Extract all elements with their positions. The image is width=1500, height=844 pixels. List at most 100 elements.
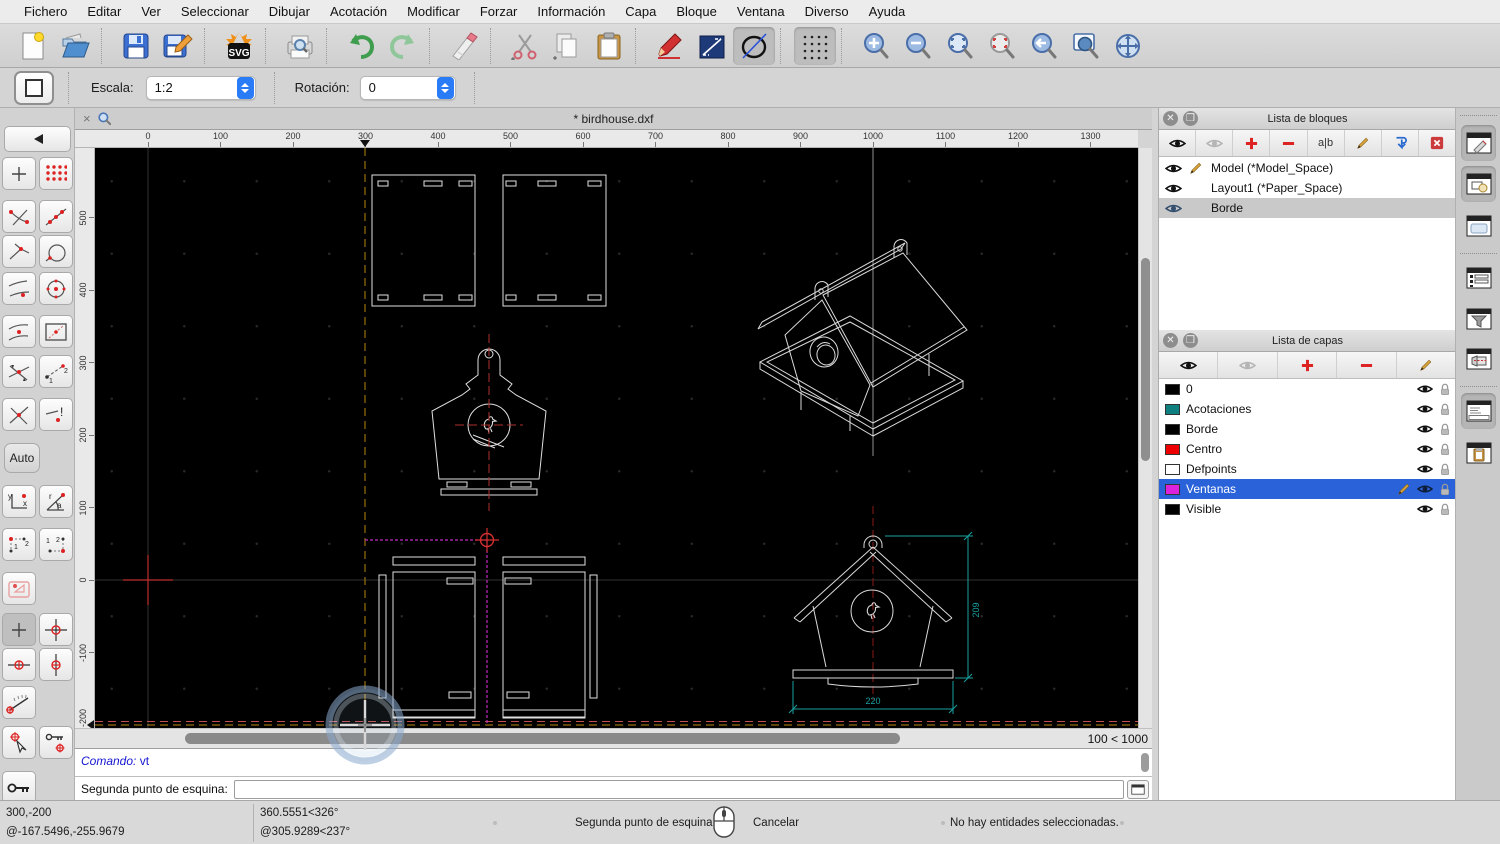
coordinate-polar-button[interactable]: ra <box>39 485 73 518</box>
blocks-rename-button[interactable]: a|b <box>1307 130 1345 156</box>
restrict-horizontal-button[interactable] <box>2 648 36 681</box>
menu-ventana[interactable]: Ventana <box>727 4 795 19</box>
draw-pencil-button[interactable] <box>649 27 691 65</box>
blocks-edit-button[interactable] <box>1344 130 1382 156</box>
save-as-button[interactable] <box>157 27 199 65</box>
blocks-add-button[interactable] <box>1233 130 1271 156</box>
restrict-nothing-button[interactable] <box>2 613 36 646</box>
restrict-orthogonal-button[interactable] <box>39 613 73 646</box>
new-file-button[interactable] <box>12 27 54 65</box>
blocks-show-all-button[interactable] <box>1159 130 1197 156</box>
snap-distance-button[interactable]: 12 <box>39 355 73 388</box>
save-button[interactable] <box>115 27 157 65</box>
layers-remove-button[interactable] <box>1337 352 1397 378</box>
layers-add-button[interactable] <box>1277 352 1338 378</box>
front-piece[interactable] <box>431 348 547 496</box>
menu-ayuda[interactable]: Ayuda <box>859 4 916 19</box>
menu-informacion[interactable]: Información <box>527 4 615 19</box>
wall-panel-b[interactable] <box>502 556 598 719</box>
snap-center-button[interactable] <box>39 272 73 305</box>
lock-icon[interactable] <box>1439 463 1451 476</box>
undo-button[interactable] <box>340 27 382 65</box>
snap-middle-button[interactable] <box>2 315 36 348</box>
snap-on-entity-button[interactable] <box>39 200 73 233</box>
drawing-canvas[interactable]: 220 209 <box>95 148 1138 728</box>
blocks-panel-close-button[interactable]: ✕ <box>1163 111 1178 126</box>
snap-exclusive-button[interactable] <box>2 572 36 605</box>
relative-cartesian-button[interactable]: 12 <box>2 528 36 561</box>
blocks-delete-button[interactable] <box>1418 130 1456 156</box>
eye-icon[interactable] <box>1165 162 1182 175</box>
layers-show-all-button[interactable] <box>1159 352 1219 378</box>
zoom-pan-button[interactable] <box>1107 27 1149 65</box>
snap-endpoints-button[interactable] <box>2 200 36 233</box>
snap-auto-button[interactable]: Auto <box>4 443 40 473</box>
menu-diverso[interactable]: Diverso <box>795 4 859 19</box>
grid-toggle-button[interactable] <box>794 26 836 65</box>
layer-row-visible[interactable]: Visible <box>1159 499 1456 519</box>
restrict-vertical-button[interactable] <box>39 648 73 681</box>
snap-tangent-button[interactable] <box>2 272 36 305</box>
coordinate-cartesian-button[interactable]: yx <box>2 485 36 518</box>
snap-restrict-button[interactable] <box>39 315 73 348</box>
selection-filter-toggle[interactable] <box>1461 301 1496 337</box>
scale-combobox[interactable]: 1:2 <box>145 75 256 100</box>
rotation-combobox[interactable]: 0 <box>359 75 456 100</box>
back-button[interactable] <box>4 126 71 152</box>
snap-reference-button[interactable] <box>39 235 73 268</box>
canvas-vertical-scrollbar[interactable] <box>1138 148 1152 728</box>
line-tool-button[interactable] <box>691 27 733 65</box>
export-svg-button[interactable]: SVG <box>218 27 260 65</box>
snap-grid-button[interactable] <box>39 157 73 190</box>
layer-row-ventanas[interactable]: Ventanas <box>1159 479 1456 499</box>
snap-perpendicular-button[interactable] <box>2 235 36 268</box>
eye-icon[interactable] <box>1417 483 1433 495</box>
eye-icon[interactable] <box>1417 403 1433 415</box>
menu-acotacion[interactable]: Acotación <box>320 4 397 19</box>
menu-capa[interactable]: Capa <box>615 4 666 19</box>
copy-button[interactable] <box>546 27 588 65</box>
zoom-auto-button[interactable] <box>939 27 981 65</box>
layer-row-acotaciones[interactable]: Acotaciones <box>1159 399 1456 419</box>
lock-icon[interactable] <box>1439 503 1451 516</box>
lock-icon[interactable] <box>1439 483 1451 496</box>
eye-icon[interactable] <box>1417 383 1433 395</box>
eye-icon[interactable] <box>1165 202 1182 215</box>
lock-icon[interactable] <box>1439 423 1451 436</box>
command-window-toggle-button[interactable] <box>1127 779 1149 799</box>
canvas-horizontal-scrollbar[interactable] <box>75 728 1075 748</box>
angle-snap-button[interactable] <box>2 686 36 719</box>
zoom-in-button[interactable] <box>855 27 897 65</box>
blocks-insert-button[interactable] <box>1381 130 1419 156</box>
zoom-previous-button[interactable] <box>1023 27 1065 65</box>
ellipse-tool-button[interactable] <box>733 26 775 65</box>
layer-row-borde[interactable]: Borde <box>1159 419 1456 439</box>
menu-fichero[interactable]: Fichero <box>14 4 77 19</box>
cut-button[interactable] <box>504 27 546 65</box>
named-views-toggle[interactable] <box>1461 341 1496 377</box>
eye-icon[interactable] <box>1165 182 1182 195</box>
menu-ver[interactable]: Ver <box>131 4 171 19</box>
blocks-panel-float-button[interactable]: ❒ <box>1183 111 1198 126</box>
stepper-icon[interactable] <box>436 76 454 99</box>
lock-relative-zero-button[interactable] <box>39 726 73 759</box>
erase-button[interactable] <box>443 27 485 65</box>
block-row-layout1[interactable]: Layout1 (*Paper_Space) <box>1159 178 1456 198</box>
isometric-view[interactable] <box>757 239 968 437</box>
layers-panel-float-button[interactable]: ❒ <box>1183 333 1198 348</box>
redo-button[interactable] <box>382 27 424 65</box>
menu-seleccionar[interactable]: Seleccionar <box>171 4 259 19</box>
snap-intersection-button[interactable] <box>2 398 36 431</box>
paste-button[interactable] <box>588 27 630 65</box>
wall-panel-a[interactable] <box>378 556 476 719</box>
snap-intersection-manual-button[interactable]: ! <box>39 398 73 431</box>
zoom-window-button[interactable] <box>1065 27 1107 65</box>
print-preview-button[interactable] <box>279 27 321 65</box>
menu-bloque[interactable]: Bloque <box>666 4 726 19</box>
lock-icon[interactable] <box>1439 383 1451 396</box>
relative-polar-button[interactable]: 12 <box>39 528 73 561</box>
menu-forzar[interactable]: Forzar <box>470 4 528 19</box>
layer-row-defpoints[interactable]: Defpoints <box>1159 459 1456 479</box>
blocks-hide-all-button[interactable] <box>1196 130 1234 156</box>
stepper-icon[interactable] <box>236 76 254 99</box>
